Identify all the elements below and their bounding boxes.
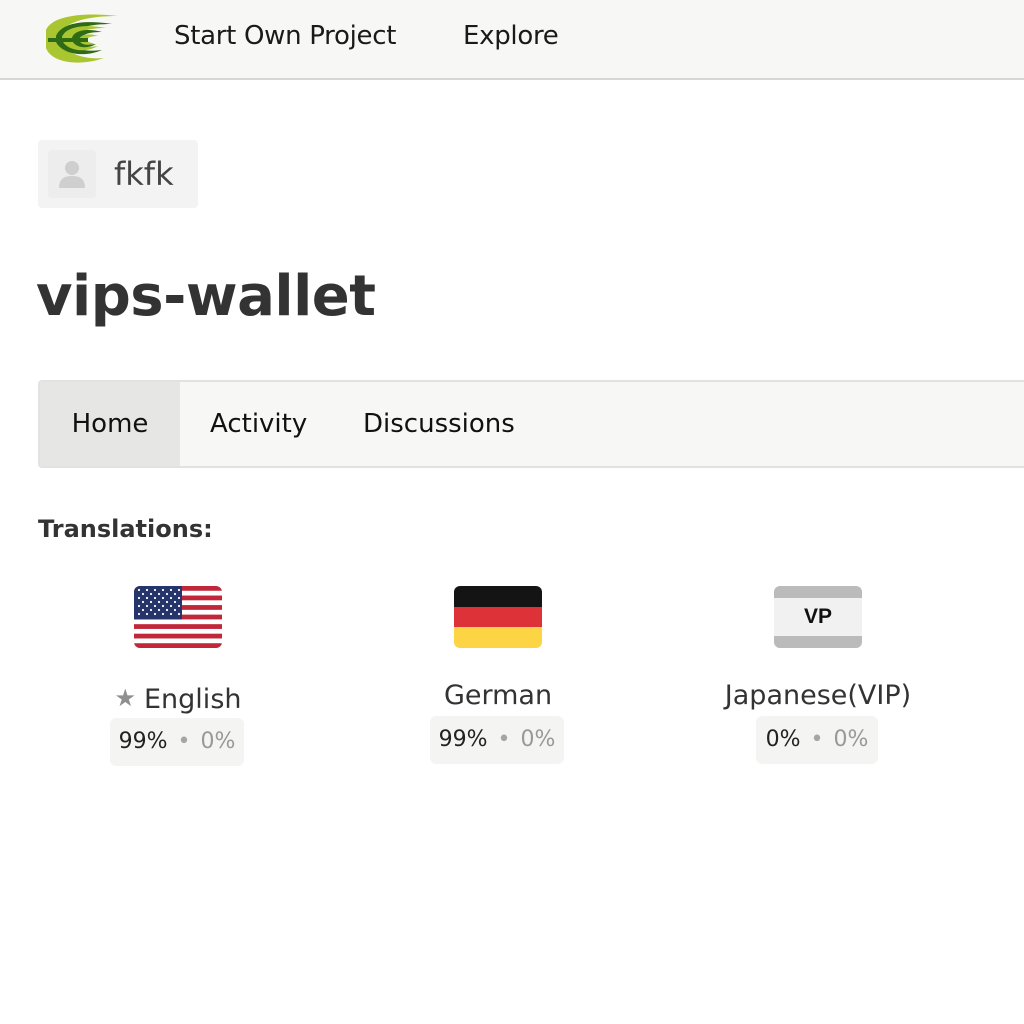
project-title: vips-wallet	[36, 264, 376, 329]
user-avatar-icon	[48, 150, 96, 198]
stat-separator: •	[177, 729, 191, 754]
us-flag-icon	[134, 586, 222, 648]
reviewed-percent: 0%	[520, 727, 556, 752]
flag-code: VP	[803, 605, 832, 628]
language-item-english[interactable]: ★ English 99% • 0%	[48, 586, 308, 776]
reviewed-percent: 0%	[200, 729, 236, 754]
stat-separator: •	[810, 727, 824, 752]
nav-explore[interactable]: Explore	[463, 18, 559, 54]
vp-flag-icon: VP	[774, 586, 862, 648]
project-tabs: Home Activity Discussions	[38, 380, 1024, 468]
de-flag-icon	[454, 586, 542, 648]
language-name[interactable]: German	[444, 680, 552, 711]
reviewed-percent: 0%	[833, 727, 869, 752]
logo-icon	[46, 14, 118, 63]
language-item-german[interactable]: German 99% • 0%	[368, 586, 628, 776]
nav-start-own-project[interactable]: Start Own Project	[174, 18, 396, 54]
tab-home[interactable]: Home	[40, 382, 180, 466]
translations-heading: Translations:	[38, 515, 213, 543]
translated-percent: 99%	[438, 727, 488, 752]
language-progress-badge: 99% • 0%	[110, 718, 244, 766]
project-owner-chip[interactable]: fkfk	[38, 140, 198, 208]
top-navbar: Start Own Project Explore	[0, 0, 1024, 80]
stat-separator: •	[497, 727, 511, 752]
language-name[interactable]: Japanese(VIP)	[725, 680, 911, 711]
language-progress-badge: 99% • 0%	[430, 716, 564, 764]
language-item-japanese-vip[interactable]: VP Japanese(VIP) 0% • 0%	[688, 586, 948, 776]
owner-name: fkfk	[114, 155, 174, 193]
language-name[interactable]: English	[144, 684, 242, 715]
app-logo[interactable]	[42, 10, 120, 66]
tab-discussions[interactable]: Discussions	[363, 382, 515, 466]
translated-percent: 0%	[765, 727, 801, 752]
translated-percent: 99%	[118, 729, 168, 754]
language-progress-badge: 0% • 0%	[756, 716, 878, 764]
tab-activity[interactable]: Activity	[210, 382, 307, 466]
source-language-star-icon: ★	[114, 684, 136, 712]
